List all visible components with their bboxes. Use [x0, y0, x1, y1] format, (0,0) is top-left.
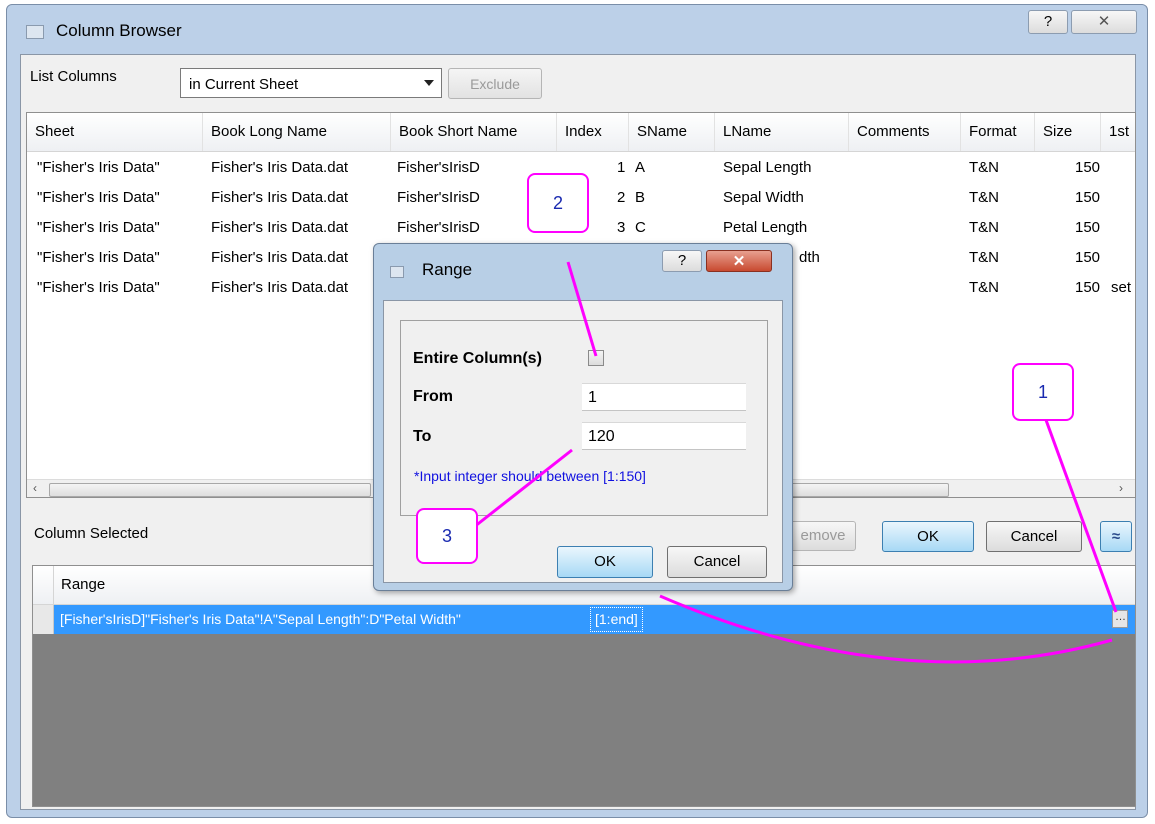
- callout-3-line: [473, 448, 573, 529]
- annotation-arrows: [473, 261, 1118, 664]
- callout-2: 2: [527, 173, 589, 233]
- curved-arrow-line: [659, 594, 1113, 664]
- callout-2-line: [566, 261, 598, 357]
- callout-1: 1: [1012, 363, 1074, 421]
- callout-3: 3: [416, 508, 478, 564]
- callout-1-line: [1044, 419, 1118, 613]
